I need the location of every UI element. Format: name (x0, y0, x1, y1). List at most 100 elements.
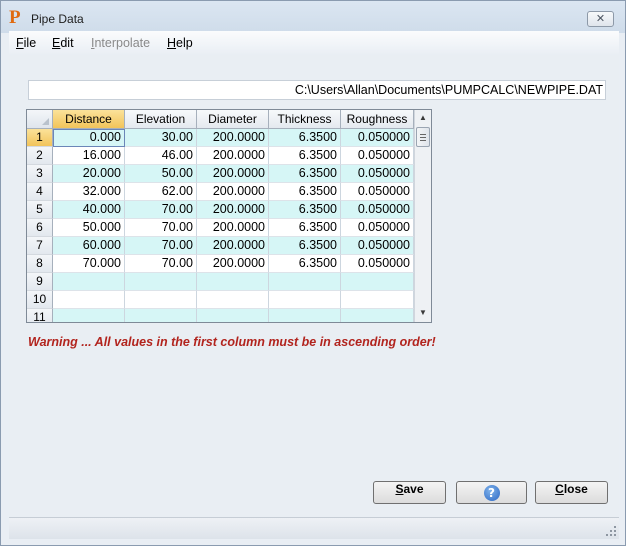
table-row: 7 60.000 70.00 200.0000 6.3500 0.050000 (27, 237, 414, 255)
cell-distance[interactable]: 50.000 (53, 219, 125, 237)
row-header[interactable]: 11 (27, 309, 53, 322)
cell-thickness[interactable]: 6.3500 (269, 129, 341, 147)
resize-grip-icon[interactable] (606, 526, 616, 536)
table-row: 5 40.000 70.00 200.0000 6.3500 0.050000 (27, 201, 414, 219)
column-header-distance[interactable]: Distance (53, 110, 125, 129)
column-header-row: Distance Elevation Diameter Thickness Ro… (27, 110, 414, 129)
cell-roughness[interactable]: 0.050000 (341, 165, 414, 183)
table-row: 3 20.000 50.00 200.0000 6.3500 0.050000 (27, 165, 414, 183)
scroll-thumb[interactable] (416, 127, 430, 147)
pipe-data-grid[interactable]: Distance Elevation Diameter Thickness Ro… (26, 109, 432, 323)
row-header[interactable]: 2 (27, 147, 53, 165)
cell-roughness[interactable]: 0.050000 (341, 255, 414, 273)
cell-diameter[interactable]: 200.0000 (197, 219, 269, 237)
scroll-up-arrow-icon[interactable]: ▲ (415, 110, 431, 126)
cell-thickness[interactable]: 6.3500 (269, 147, 341, 165)
cell-diameter[interactable]: 200.0000 (197, 201, 269, 219)
row-header[interactable]: 3 (27, 165, 53, 183)
cell-thickness[interactable] (269, 309, 341, 322)
column-header-roughness[interactable]: Roughness (341, 110, 414, 129)
app-logo-icon: P (9, 7, 21, 28)
file-path-field: C:\Users\Allan\Documents\PUMPCALC\NEWPIP… (28, 80, 606, 100)
cell-elevation[interactable] (125, 309, 197, 322)
cell-diameter[interactable] (197, 273, 269, 291)
cell-roughness[interactable]: 0.050000 (341, 147, 414, 165)
cell-distance[interactable]: 20.000 (53, 165, 125, 183)
save-button[interactable]: Save (373, 481, 446, 504)
cell-roughness[interactable] (341, 273, 414, 291)
cell-elevation[interactable] (125, 273, 197, 291)
cell-diameter[interactable] (197, 291, 269, 309)
cell-distance[interactable] (53, 273, 125, 291)
row-header[interactable]: 5 (27, 201, 53, 219)
cell-distance[interactable]: 60.000 (53, 237, 125, 255)
cell-diameter[interactable]: 200.0000 (197, 255, 269, 273)
cell-thickness[interactable]: 6.3500 (269, 219, 341, 237)
cell-thickness[interactable]: 6.3500 (269, 237, 341, 255)
column-header-diameter[interactable]: Diameter (197, 110, 269, 129)
cell-distance[interactable]: 70.000 (53, 255, 125, 273)
cell-roughness[interactable] (341, 291, 414, 309)
cell-elevation[interactable]: 62.00 (125, 183, 197, 201)
cell-elevation[interactable]: 30.00 (125, 129, 197, 147)
cell-elevation[interactable]: 46.00 (125, 147, 197, 165)
row-header[interactable]: 4 (27, 183, 53, 201)
cell-elevation[interactable]: 70.00 (125, 219, 197, 237)
cell-thickness[interactable]: 6.3500 (269, 183, 341, 201)
grid-vertical-scrollbar[interactable]: ▲ ▼ (414, 110, 431, 322)
menu-edit[interactable]: Edit (52, 36, 74, 50)
cell-distance[interactable]: 0.000 (53, 129, 125, 147)
cell-thickness[interactable] (269, 291, 341, 309)
row-header[interactable]: 8 (27, 255, 53, 273)
cell-diameter[interactable]: 200.0000 (197, 183, 269, 201)
cell-thickness[interactable]: 6.3500 (269, 165, 341, 183)
cell-distance[interactable] (53, 309, 125, 322)
help-icon: ? (483, 485, 500, 501)
row-header[interactable]: 7 (27, 237, 53, 255)
title-bar[interactable]: P Pipe Data ✕ (1, 1, 625, 33)
cell-thickness[interactable]: 6.3500 (269, 255, 341, 273)
cell-elevation[interactable] (125, 291, 197, 309)
close-button[interactable]: Close (535, 481, 608, 504)
row-header[interactable]: 1 (27, 129, 53, 147)
cell-roughness[interactable] (341, 309, 414, 322)
column-header-thickness[interactable]: Thickness (269, 110, 341, 129)
scroll-down-arrow-icon[interactable]: ▼ (415, 305, 431, 321)
pipe-data-window: P Pipe Data ✕ File Edit Interpolate Help… (0, 0, 626, 546)
cell-elevation[interactable]: 70.00 (125, 255, 197, 273)
cell-elevation[interactable]: 50.00 (125, 165, 197, 183)
cell-diameter[interactable]: 200.0000 (197, 129, 269, 147)
cell-diameter[interactable]: 200.0000 (197, 165, 269, 183)
cell-distance[interactable]: 16.000 (53, 147, 125, 165)
cell-elevation[interactable]: 70.00 (125, 237, 197, 255)
cell-distance[interactable] (53, 291, 125, 309)
cell-roughness[interactable]: 0.050000 (341, 201, 414, 219)
cell-roughness[interactable]: 0.050000 (341, 237, 414, 255)
window-close-button[interactable]: ✕ (587, 11, 614, 27)
cell-distance[interactable]: 40.000 (53, 201, 125, 219)
table-row: 9 (27, 273, 414, 291)
menu-file[interactable]: File (16, 36, 36, 50)
cell-diameter[interactable]: 200.0000 (197, 237, 269, 255)
cell-diameter[interactable] (197, 309, 269, 322)
cell-roughness[interactable]: 0.050000 (341, 183, 414, 201)
column-header-elevation[interactable]: Elevation (125, 110, 197, 129)
ascending-order-warning: Warning ... All values in the first colu… (28, 335, 436, 349)
menu-help[interactable]: Help (167, 36, 193, 50)
grid-corner[interactable] (27, 110, 53, 129)
status-bar (9, 517, 619, 539)
cell-thickness[interactable]: 6.3500 (269, 201, 341, 219)
cell-roughness[interactable]: 0.050000 (341, 129, 414, 147)
cell-elevation[interactable]: 70.00 (125, 201, 197, 219)
row-header[interactable]: 6 (27, 219, 53, 237)
menu-interpolate: Interpolate (91, 36, 151, 50)
row-header[interactable]: 9 (27, 273, 53, 291)
cell-diameter[interactable]: 200.0000 (197, 147, 269, 165)
cell-roughness[interactable]: 0.050000 (341, 219, 414, 237)
help-button[interactable]: ? (456, 481, 527, 504)
cell-distance[interactable]: 32.000 (53, 183, 125, 201)
table-row: 6 50.000 70.00 200.0000 6.3500 0.050000 (27, 219, 414, 237)
window-title: Pipe Data (31, 12, 84, 26)
cell-thickness[interactable] (269, 273, 341, 291)
row-header[interactable]: 10 (27, 291, 53, 309)
